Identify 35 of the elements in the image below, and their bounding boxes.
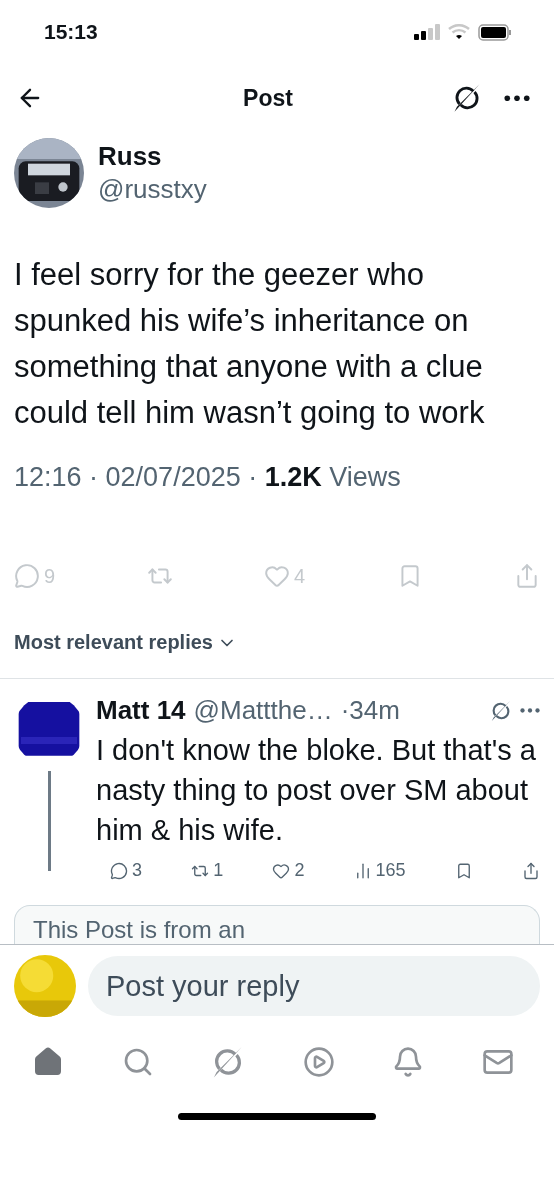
signal-icon [414,24,440,40]
quoted-post-card[interactable]: This Post is from an [14,905,540,944]
share-icon [521,861,540,880]
reply-button[interactable]: 3 [110,860,142,881]
reply-time: ·34m [340,695,400,726]
page-title: Post [243,84,293,112]
more-button[interactable] [504,94,530,102]
share-button[interactable] [521,860,540,881]
author-handle: @russtxy [98,174,207,205]
sort-dropdown[interactable]: Most relevant replies [14,631,237,654]
reply-input[interactable]: Post your reply [88,956,540,1016]
more-button[interactable] [520,708,540,713]
home-icon [32,1046,64,1078]
wifi-icon [448,24,470,40]
reply-author-name: Matt 14 [96,695,186,726]
author-name: Russ [98,141,163,172]
status-time: 15:13 [44,20,98,44]
post-text: I feel sorry for the geezer who spunked his wife’s inheritance on something that anyone with a clue could tell him wasn’t going to work [14,256,486,432]
play-icon [302,1046,335,1078]
quoted-post-text: This Post is from an [33,916,246,943]
share-icon [514,563,540,589]
more-icon [520,708,540,713]
heart-icon [264,563,290,589]
more-icon [504,94,530,102]
heart-icon [272,861,291,880]
reply-handle: @Mattthe… [193,695,333,726]
like-button[interactable]: 2 [272,860,305,881]
reply-text: I don't know the bloke. But that's a nasty thing to post over SM about him & his wife. [96,733,537,848]
post-meta: 12:16 · 02/07/2025 · 1.2K Views [14,462,402,493]
speech-bubble-icon [14,563,40,589]
repost-button[interactable]: 1 [191,860,224,881]
speech-bubble-icon [110,861,128,880]
battery-icon [478,23,512,41]
views-button[interactable]: 165 [353,860,406,881]
video-tab[interactable] [302,1045,335,1079]
